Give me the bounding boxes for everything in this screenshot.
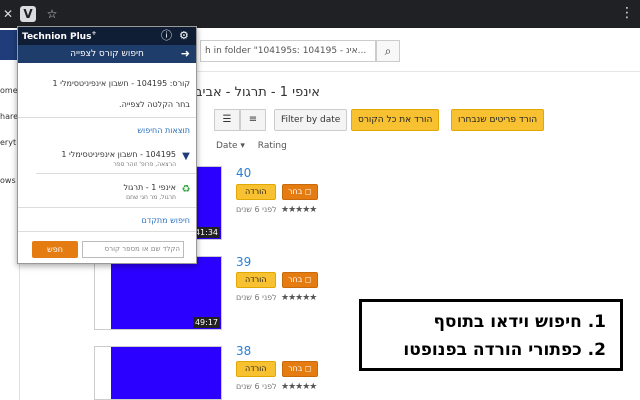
- annotation-box: 1. חיפוש וידאו בתוסף 2. כפתורי הורדה בפנ…: [359, 299, 623, 371]
- video-duration: 49:17: [192, 317, 220, 328]
- recycle-icon: ♻: [181, 184, 191, 195]
- search-icon[interactable]: ⌕: [376, 40, 400, 62]
- sidebar-item-everything[interactable]: eryt: [0, 138, 16, 147]
- browser-menu-icon[interactable]: ⋮: [620, 5, 634, 21]
- sidebar-item-home[interactable]: ome: [0, 86, 18, 95]
- result-title[interactable]: אינפי 1 - תרגול: [123, 183, 176, 192]
- course-search-bar[interactable]: חיפוש קורס לצפייה ➜: [18, 45, 196, 63]
- close-tab-icon[interactable]: ✕: [0, 6, 16, 22]
- download-course-button[interactable]: הורד את כל הקורס: [351, 109, 440, 131]
- search-input[interactable]: h in folder "104195s: 104195 - אינ...: [200, 40, 376, 62]
- panopto-extension-icon[interactable]: V: [20, 6, 36, 22]
- bookmark-star-icon[interactable]: ☆: [44, 6, 60, 22]
- sort-row: Date ▾ Rating: [216, 141, 297, 151]
- video-thumbnail[interactable]: [94, 346, 222, 400]
- download-selected-button[interactable]: הורד פריטים שנבחרו: [451, 109, 545, 131]
- info-icon[interactable]: ⓘ: [161, 29, 172, 43]
- video-age: לפני 6 שנים: [236, 205, 277, 214]
- divider: [18, 207, 196, 208]
- sort-rating[interactable]: Rating: [258, 141, 287, 151]
- technion-plus-popup: Technion Plus+ ⓘ ⚙ חיפוש קורס לצפייה ➜ ק…: [17, 26, 197, 264]
- download-button[interactable]: הורדה: [236, 272, 276, 288]
- gear-icon[interactable]: ⚙: [179, 29, 189, 43]
- download-button[interactable]: הורדה: [236, 361, 276, 377]
- divider: [36, 173, 196, 174]
- select-button[interactable]: ◻ בחר: [282, 272, 318, 288]
- video-thumbnail[interactable]: 49:17: [94, 256, 222, 330]
- advanced-search-link[interactable]: חיפוש מתקדם: [142, 216, 190, 225]
- rating-stars[interactable]: ★★★★★: [281, 205, 317, 215]
- video-age: לפני 6 שנים: [236, 382, 277, 391]
- detail-view-icon[interactable]: ☰: [214, 109, 240, 131]
- arrow-right-icon: ➜: [180, 47, 190, 60]
- video-title[interactable]: 38: [236, 344, 251, 358]
- choose-recording-line: בחר הקלטה לצפייה.: [119, 100, 190, 109]
- results-heading: תוצאות החיפוש: [137, 126, 190, 135]
- select-button[interactable]: ◻ בחר: [282, 361, 318, 377]
- sort-date[interactable]: Date ▾: [216, 141, 245, 151]
- result-title[interactable]: 104195 - חשבון אינפיניטסימלי 1: [61, 150, 176, 159]
- download-button[interactable]: הורדה: [236, 184, 276, 200]
- video-age: לפני 6 שנים: [236, 293, 277, 302]
- annotation-line-2: 2. כפתורי הורדה בפנופטו: [403, 340, 606, 360]
- divider: [18, 117, 196, 118]
- popup-header: Technion Plus+ ⓘ ⚙: [18, 27, 196, 45]
- popup-title: Technion Plus+: [22, 30, 97, 42]
- browser-toolbar: ✕ V ☆ ⋮: [0, 0, 640, 28]
- video-title[interactable]: 40: [236, 166, 251, 180]
- course-line: קורס: 104195 - חשבון אינפיניטסימלי 1: [52, 79, 190, 88]
- course-search-input[interactable]: הקלד שם או מספר קורס: [82, 241, 184, 258]
- lecture-icon: ▼: [182, 151, 190, 162]
- list-view-icon[interactable]: ≡: [240, 109, 266, 131]
- filter-by-date-button[interactable]: Filter by date: [274, 109, 348, 131]
- rating-stars[interactable]: ★★★★★: [281, 293, 317, 303]
- result-subtitle: תרגול, מר חגי שחם: [126, 194, 176, 201]
- folder-title: אינפי 1 - תרגול - אביב ...: [178, 85, 321, 100]
- rating-stars[interactable]: ★★★★★: [281, 382, 317, 392]
- sidebar-item-shows[interactable]: ows: [0, 176, 16, 185]
- select-button[interactable]: ◻ בחר: [282, 184, 318, 200]
- annotation-line-1: 1. חיפוש וידאו בתוסף: [433, 312, 606, 332]
- popup-search-button[interactable]: חפש: [32, 241, 78, 258]
- divider: [18, 231, 196, 232]
- result-subtitle: הרצאה, פרופ' זוהר ספר: [113, 161, 176, 168]
- video-title[interactable]: 39: [236, 255, 251, 269]
